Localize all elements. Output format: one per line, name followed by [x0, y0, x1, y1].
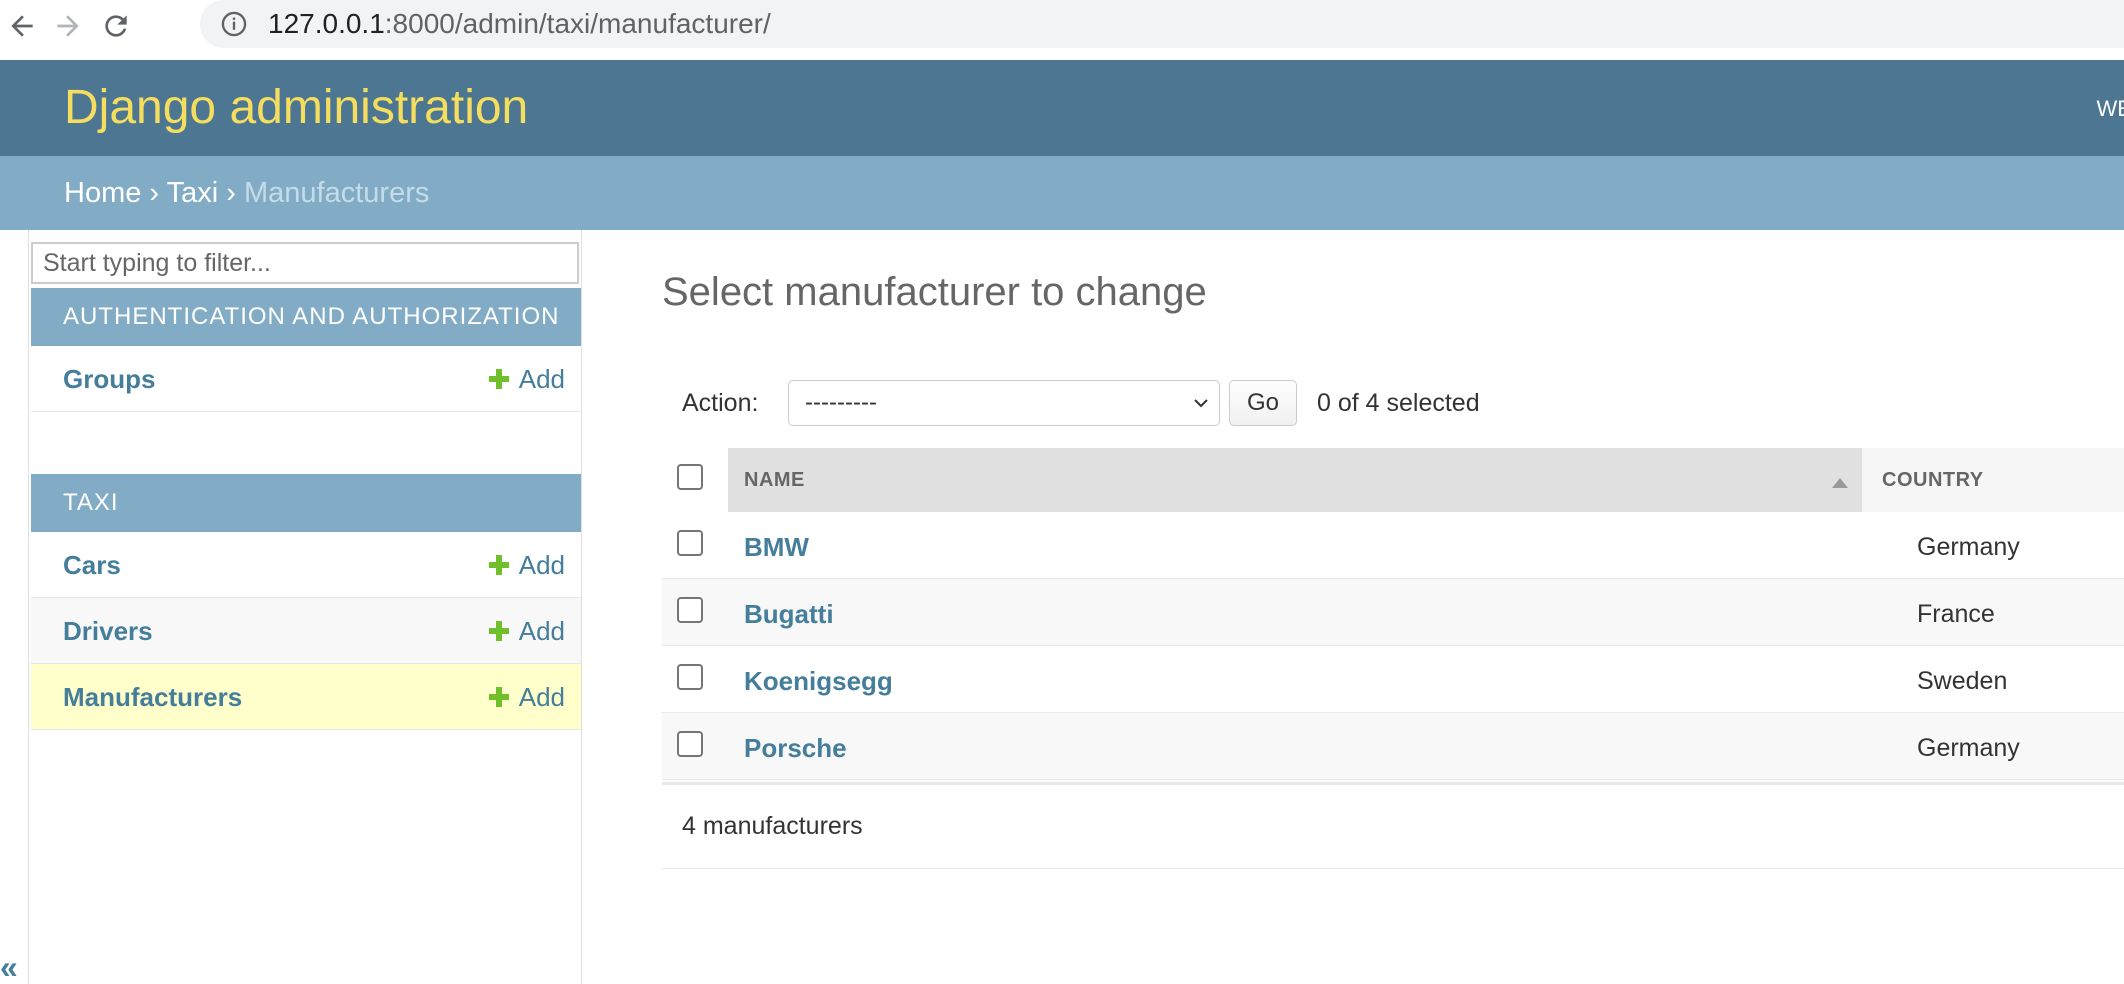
- manufacturer-link[interactable]: Koenigsegg: [744, 666, 893, 696]
- url-text[interactable]: 127.0.0.1:8000/admin/taxi/manufacturer/: [268, 8, 771, 40]
- action-select-value: ---------: [805, 389, 877, 416]
- url-path: :8000/admin/taxi/manufacturer/: [384, 8, 771, 39]
- cars-add-button[interactable]: Add: [488, 550, 565, 580]
- page-title: Select manufacturer to change: [662, 270, 1207, 314]
- manufacturer-link[interactable]: Porsche: [744, 733, 847, 763]
- plus-icon: [488, 369, 509, 389]
- row-checkbox[interactable]: [677, 731, 703, 757]
- browser-toolbar: 127.0.0.1:8000/admin/taxi/manufacturer/: [0, 0, 2124, 60]
- sidebar-item-groups: Groups Add: [31, 346, 581, 412]
- sort-ascending-icon[interactable]: [1832, 478, 1848, 488]
- plus-icon: [488, 555, 509, 575]
- add-label: Add: [518, 682, 565, 712]
- paginator: 4 manufacturers: [662, 785, 2124, 869]
- groups-link[interactable]: Groups: [63, 364, 155, 394]
- country-cell: Germany: [1917, 734, 2020, 762]
- module-caption-auth[interactable]: AUTHENTICATION AND AUTHORIZATION: [31, 288, 581, 346]
- add-label: Add: [518, 616, 565, 646]
- table-row: Porsche Germany: [662, 713, 2124, 780]
- country-cell: Germany: [1917, 533, 2020, 561]
- row-checkbox[interactable]: [677, 597, 703, 623]
- breadcrumb-home[interactable]: Home: [64, 177, 141, 209]
- table-row: Koenigsegg Sweden: [662, 646, 2124, 713]
- select-all-checkbox[interactable]: [677, 464, 703, 490]
- admin-header: Django administration WE: [0, 60, 2124, 156]
- breadcrumb-separator: ›: [226, 177, 236, 209]
- select-all-cell: [662, 448, 728, 512]
- changelist-actions: Action: --------- Go 0 of 4 selected: [662, 372, 2124, 432]
- result-count: 4 manufacturers: [682, 812, 863, 840]
- forward-icon[interactable]: [48, 6, 88, 46]
- site-info-icon[interactable]: [220, 10, 248, 38]
- breadcrumb-taxi[interactable]: Taxi: [167, 177, 219, 209]
- manufacturers-link[interactable]: Manufacturers: [63, 682, 242, 712]
- user-tools: WE: [2096, 96, 2124, 121]
- sidebar-item-manufacturers: Manufacturers Add: [31, 664, 581, 730]
- manufacturer-link[interactable]: BMW: [744, 532, 809, 562]
- nav-sidebar: AUTHENTICATION AND AUTHORIZATION Groups …: [28, 230, 582, 984]
- column-header-name[interactable]: NAME: [728, 448, 1862, 512]
- add-label: Add: [518, 364, 565, 394]
- row-checkbox[interactable]: [677, 664, 703, 690]
- action-select[interactable]: ---------: [788, 380, 1220, 426]
- action-counter: 0 of 4 selected: [1317, 389, 1480, 417]
- action-label: Action:: [682, 389, 759, 417]
- address-bar[interactable]: 127.0.0.1:8000/admin/taxi/manufacturer/: [200, 0, 2124, 48]
- column-label-country: COUNTRY: [1882, 469, 1984, 491]
- plus-icon: [488, 621, 509, 641]
- groups-add-button[interactable]: Add: [488, 364, 565, 394]
- url-host: 127.0.0.1: [268, 8, 385, 39]
- reload-icon[interactable]: [96, 6, 136, 46]
- go-button[interactable]: Go: [1229, 380, 1297, 426]
- chevron-down-icon: [1194, 399, 1208, 408]
- sidebar-item-drivers: Drivers Add: [31, 598, 581, 664]
- breadcrumb: Home › Taxi › Manufacturers: [0, 156, 2124, 230]
- add-label: Add: [518, 550, 565, 580]
- manufacturer-link[interactable]: Bugatti: [744, 599, 834, 629]
- column-label-name: NAME: [744, 469, 805, 491]
- back-icon[interactable]: [2, 6, 42, 46]
- nav-filter-input[interactable]: [31, 242, 579, 284]
- plus-icon: [488, 687, 509, 707]
- sidebar-item-cars: Cars Add: [31, 532, 581, 598]
- drivers-add-button[interactable]: Add: [488, 616, 565, 646]
- breadcrumb-current: Manufacturers: [244, 177, 430, 209]
- site-name[interactable]: Django administration: [64, 80, 528, 136]
- column-header-country[interactable]: COUNTRY: [1862, 448, 2124, 512]
- sidebar-collapse-toggle[interactable]: «: [0, 950, 22, 984]
- drivers-link[interactable]: Drivers: [63, 616, 153, 646]
- cars-link[interactable]: Cars: [63, 550, 121, 580]
- module-caption-taxi[interactable]: TAXI: [31, 474, 581, 532]
- table-header: NAME COUNTRY: [662, 448, 2124, 512]
- manufacturers-add-button[interactable]: Add: [488, 682, 565, 712]
- table-row: BMW Germany: [662, 512, 2124, 579]
- country-cell: Sweden: [1917, 667, 2008, 695]
- table-row: Bugatti France: [662, 579, 2124, 646]
- row-checkbox[interactable]: [677, 530, 703, 556]
- country-cell: France: [1917, 600, 1995, 628]
- breadcrumb-separator: ›: [149, 177, 160, 209]
